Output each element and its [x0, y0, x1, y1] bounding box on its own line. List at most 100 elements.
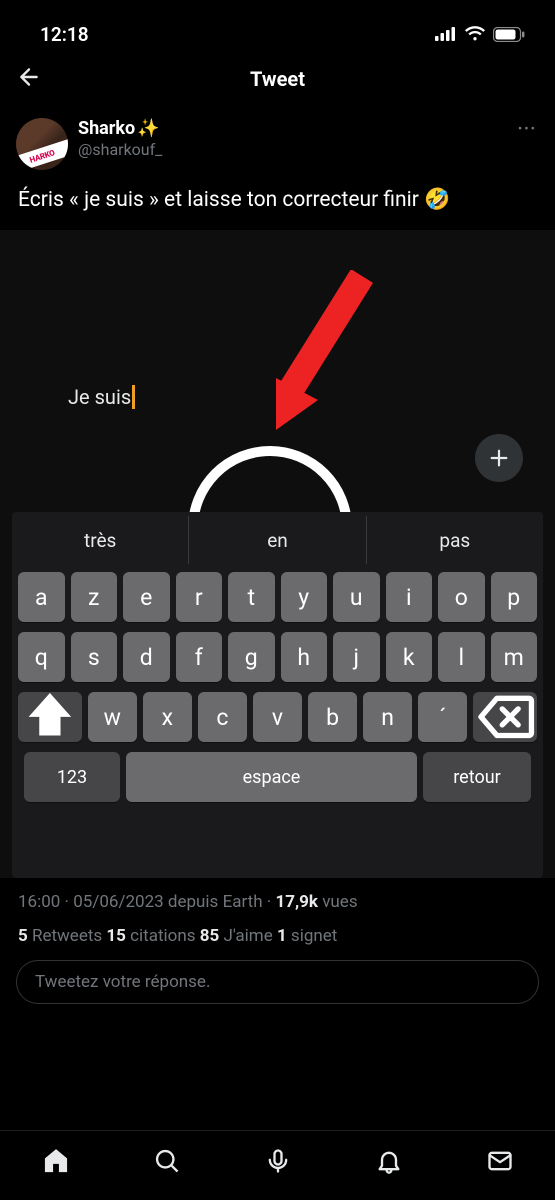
search-icon — [153, 1147, 181, 1175]
key-return[interactable]: retour — [423, 752, 531, 802]
mail-icon — [486, 1147, 514, 1175]
key-f[interactable]: f — [176, 632, 223, 682]
keyboard-row-3: w x c v b n ´ — [18, 692, 537, 742]
nav-search[interactable] — [152, 1146, 182, 1176]
more-button[interactable]: ••• — [518, 122, 537, 137]
avatar[interactable]: HARKO — [16, 118, 68, 170]
avatar-band-text: HARKO — [16, 139, 68, 170]
key-h[interactable]: h — [281, 632, 328, 682]
key-k[interactable]: k — [386, 632, 433, 682]
back-button[interactable] — [16, 64, 42, 94]
key-backspace[interactable] — [473, 692, 537, 742]
meta-from-label: depuis — [164, 892, 223, 912]
tweet-meta[interactable]: 16:00 · 05/06/2023 depuis Earth · 17,9k … — [0, 878, 555, 912]
key-x[interactable]: x — [143, 692, 192, 742]
display-name: Sharko ✨ — [78, 118, 162, 140]
quotes-count[interactable]: 15 — [106, 926, 126, 946]
bottom-nav — [0, 1130, 555, 1200]
key-q[interactable]: q — [18, 632, 65, 682]
key-c[interactable]: c — [198, 692, 247, 742]
bookmarks-label[interactable]: signet — [287, 926, 338, 946]
key-z[interactable]: z — [71, 572, 118, 622]
tweet-header: HARKO Sharko ✨ @sharkouf_ ••• — [0, 108, 555, 176]
key-g[interactable]: g — [228, 632, 275, 682]
meta-views-label: vues — [318, 892, 358, 912]
shift-icon — [18, 685, 82, 749]
reply-input[interactable]: Tweetez votre réponse. — [16, 960, 539, 1004]
display-name-text: Sharko — [78, 118, 135, 140]
meta-views-count: 17,9k — [275, 892, 318, 912]
key-accent[interactable]: ´ — [418, 692, 467, 742]
keyboard-row-2: q s d f g h j k l m — [18, 632, 537, 682]
suggestion-bar: très en pas — [12, 516, 543, 564]
suggestion-3[interactable]: pas — [366, 516, 543, 564]
cellular-icon — [435, 27, 457, 41]
compose-text: Je suis — [68, 385, 131, 409]
status-time: 12:18 — [40, 23, 89, 46]
tweet-media[interactable]: Je suis très en pas a z e r t y u i o — [0, 230, 555, 878]
key-i[interactable]: i — [386, 572, 433, 622]
header-title: Tweet — [250, 67, 305, 91]
key-r[interactable]: r — [176, 572, 223, 622]
key-shift[interactable] — [18, 692, 82, 742]
key-y[interactable]: y — [281, 572, 328, 622]
keyboard-row-1: a z e r t y u i o p — [18, 572, 537, 622]
suggestion-2[interactable]: en — [188, 516, 365, 564]
bookmarks-count[interactable]: 1 — [277, 926, 287, 946]
likes-count[interactable]: 85 — [200, 926, 220, 946]
bell-icon — [375, 1147, 403, 1175]
meta-sep2: · — [263, 892, 276, 912]
key-o[interactable]: o — [438, 572, 485, 622]
key-space[interactable]: espace — [126, 752, 417, 802]
text-cursor — [132, 385, 135, 409]
key-d[interactable]: d — [123, 632, 170, 682]
meta-sep: · — [60, 892, 73, 912]
microphone-icon — [264, 1147, 292, 1175]
keyboard: très en pas a z e r t y u i o p q s d f — [12, 512, 543, 878]
status-bar: 12:18 — [0, 0, 555, 54]
nav-notifications[interactable] — [374, 1146, 404, 1176]
key-p[interactable]: p — [491, 572, 538, 622]
meta-source: Earth — [223, 892, 263, 912]
key-e[interactable]: e — [123, 572, 170, 622]
plus-icon — [488, 447, 510, 469]
key-m[interactable]: m — [491, 632, 538, 682]
wifi-icon — [464, 26, 486, 42]
home-icon — [42, 1147, 70, 1175]
meta-date: 05/06/2023 — [73, 892, 163, 912]
key-n[interactable]: n — [363, 692, 412, 742]
nav-messages[interactable] — [485, 1146, 515, 1176]
key-j[interactable]: j — [333, 632, 380, 682]
retweets-count[interactable]: 5 — [18, 926, 28, 946]
battery-icon — [493, 27, 525, 42]
suggestion-1[interactable]: très — [12, 516, 188, 564]
nav-spaces[interactable] — [263, 1146, 293, 1176]
key-v[interactable]: v — [253, 692, 302, 742]
compose-text-line: Je suis — [68, 385, 135, 409]
likes-label[interactable]: J'aime — [219, 926, 277, 946]
keyboard-row-4: 123 espace retour — [18, 752, 537, 802]
tweet-text: Écris « je suis » et laisse ton correcte… — [0, 176, 555, 214]
arrow-left-icon — [16, 64, 42, 90]
key-123[interactable]: 123 — [24, 752, 120, 802]
annotation-arrow-icon — [268, 270, 388, 438]
key-u[interactable]: u — [333, 572, 380, 622]
meta-time: 16:00 — [18, 892, 60, 912]
handle: @sharkouf_ — [78, 140, 162, 161]
app-header: Tweet — [0, 54, 555, 108]
key-w[interactable]: w — [88, 692, 137, 742]
retweets-label[interactable]: Retweets — [28, 926, 107, 946]
key-t[interactable]: t — [228, 572, 275, 622]
key-b[interactable]: b — [308, 692, 357, 742]
nav-home[interactable] — [41, 1146, 71, 1176]
tweet-stats: 5 Retweets 15 citations 85 J'aime 1 sign… — [0, 912, 555, 956]
key-a[interactable]: a — [18, 572, 65, 622]
user-names[interactable]: Sharko ✨ @sharkouf_ — [68, 118, 162, 160]
status-indicators — [435, 26, 525, 42]
quotes-label[interactable]: citations — [126, 926, 200, 946]
add-button[interactable] — [475, 434, 523, 482]
backspace-icon — [473, 685, 537, 749]
key-s[interactable]: s — [71, 632, 118, 682]
key-l[interactable]: l — [438, 632, 485, 682]
sparkles-icon: ✨ — [137, 118, 159, 140]
